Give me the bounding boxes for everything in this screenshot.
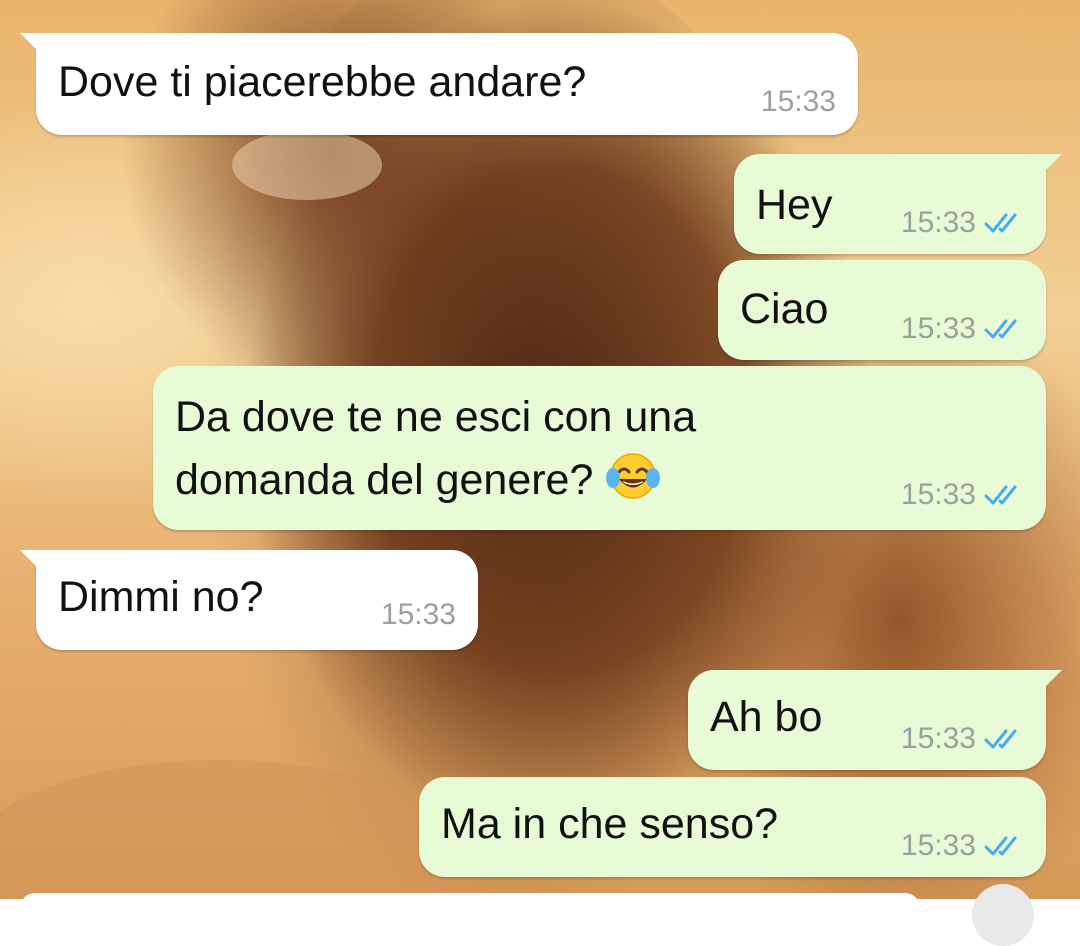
read-receipt-icon xyxy=(984,729,1017,749)
message-time: 15:33 xyxy=(900,722,976,755)
message-meta: 15:33 xyxy=(761,85,836,119)
message-text: Dimmi no? xyxy=(58,573,264,621)
message-meta: 15:33 xyxy=(901,206,1024,240)
message-text-line-2-text: domanda del genere? xyxy=(175,456,594,504)
message-text: Ah bo xyxy=(710,693,823,741)
read-receipt-icon xyxy=(984,485,1017,505)
bubble-tail xyxy=(20,550,38,568)
message-meta: 15:33 xyxy=(901,829,1024,863)
read-receipt-icon xyxy=(984,319,1017,339)
message-text: Ciao xyxy=(740,285,829,333)
bubble-tail xyxy=(20,33,38,51)
face-with-tears-of-joy-icon xyxy=(606,453,661,499)
message-bubble-outgoing[interactable]: Ciao 15:33 xyxy=(718,260,1046,360)
message-text: Dove ti piacerebbe andare? xyxy=(58,58,587,106)
message-text: Ma in che senso? xyxy=(441,800,779,848)
lion-chin xyxy=(232,130,382,200)
message-meta: 15:33 xyxy=(381,598,456,632)
message-text-line-1: Da dove te ne esci con una xyxy=(175,393,697,441)
message-text-line-2: domanda del genere? xyxy=(175,446,661,511)
read-receipt-icon xyxy=(984,836,1017,856)
message-time: 15:33 xyxy=(760,85,836,118)
message-bubble-outgoing[interactable]: Hey 15:33 xyxy=(734,154,1062,254)
message-time: 15:33 xyxy=(900,829,976,862)
message-input-bar[interactable] xyxy=(20,893,920,923)
message-text: Hey xyxy=(756,181,833,229)
message-meta: 15:33 xyxy=(901,478,1024,512)
message-bubble-outgoing[interactable]: Ah bo 15:33 xyxy=(688,670,1062,770)
bubble-tail xyxy=(1044,154,1062,172)
message-time: 15:33 xyxy=(380,598,456,631)
message-bubble-incoming[interactable]: Dove ti piacerebbe andare? 15:33 xyxy=(20,33,858,135)
message-meta: 15:33 xyxy=(901,722,1024,756)
message-meta: 15:33 xyxy=(901,312,1024,346)
read-receipt-icon xyxy=(984,213,1017,233)
send-button[interactable] xyxy=(972,884,1034,946)
message-bubble-outgoing[interactable]: Da dove te ne esci con una domanda del g… xyxy=(153,366,1046,530)
bubble-tail xyxy=(1044,670,1062,688)
message-bubble-incoming[interactable]: Dimmi no? 15:33 xyxy=(20,550,478,650)
message-bubble-outgoing[interactable]: Ma in che senso? 15:33 xyxy=(419,777,1046,877)
message-time: 15:33 xyxy=(900,478,976,511)
message-time: 15:33 xyxy=(900,206,976,239)
message-time: 15:33 xyxy=(900,312,976,345)
